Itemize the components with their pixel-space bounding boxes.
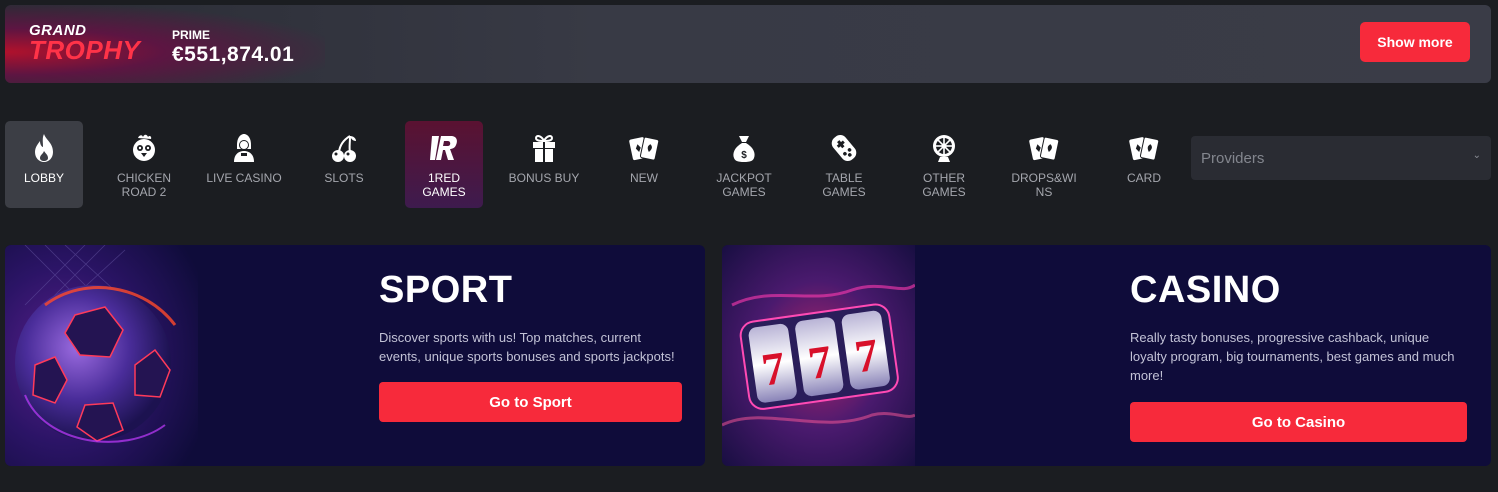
soccer-ball-image (5, 245, 198, 466)
cards-icon (605, 133, 683, 163)
jackpot-banner: GRAND TROPHY PRIME €551,874.01 Show more (5, 5, 1491, 83)
tab-table-games[interactable]: TABLE GAMES (805, 121, 883, 208)
go-to-casino-button[interactable]: Go to Casino (1130, 402, 1467, 442)
slot-777-image: 7 7 7 (722, 245, 915, 466)
grand-trophy-logo: GRAND TROPHY (29, 23, 140, 63)
chicken-icon (105, 133, 183, 163)
tab-label: OTHER GAMES (922, 171, 966, 199)
cards-icon (1105, 133, 1183, 163)
sport-description: Discover sports with us! Top matches, cu… (379, 330, 675, 364)
tab-label: SLOTS (324, 171, 364, 185)
go-to-sport-button[interactable]: Go to Sport (379, 382, 682, 422)
prime-jackpot: PRIME €551,874.01 (172, 28, 294, 67)
tab-label: BONUS BUY (508, 171, 580, 185)
tab-label: LIVE CASINO (206, 171, 282, 185)
1red-logo-icon (405, 133, 483, 163)
gamepad-icon (805, 133, 883, 163)
casino-title: CASINO (1130, 269, 1281, 311)
chevron-down-icon: ⌄ (1472, 150, 1481, 161)
tab-label: DROPS&WINS (1011, 171, 1077, 199)
tab-slots[interactable]: SLOTS (305, 121, 383, 208)
tab-label: JACKPOT GAMES (716, 171, 772, 199)
providers-placeholder: Providers (1201, 150, 1265, 167)
tab-label: CHICKEN ROAD 2 (116, 171, 171, 199)
tab-jackpot-games[interactable]: $ JACKPOT GAMES (705, 121, 783, 208)
tab-label: 1RED GAMES (422, 171, 466, 199)
tab-new[interactable]: NEW (605, 121, 683, 208)
tab-chicken-road-2[interactable]: CHICKEN ROAD 2 (105, 121, 183, 208)
flame-icon (5, 133, 83, 163)
cherries-icon (305, 133, 383, 163)
money-bag-icon: $ (705, 133, 783, 163)
gift-icon (505, 133, 583, 163)
prime-amount: €551,874.01 (172, 43, 295, 66)
tab-label: TABLE GAMES (822, 171, 866, 199)
tab-lobby[interactable]: LOBBY (5, 121, 83, 208)
tab-label: CARD (1126, 171, 1161, 185)
tab-live-casino[interactable]: LIVE CASINO (205, 121, 283, 208)
wheel-icon (905, 133, 983, 163)
show-more-button[interactable]: Show more (1360, 22, 1470, 62)
dealer-icon (205, 133, 283, 163)
cards-icon (1005, 133, 1083, 163)
tab-1red-games[interactable]: 1RED GAMES (405, 121, 483, 208)
sport-title: SPORT (379, 269, 513, 311)
sport-card: SPORT Discover sports with us! Top match… (5, 245, 705, 466)
tab-bonus-buy[interactable]: BONUS BUY (505, 121, 583, 208)
tab-label: LOBBY (23, 171, 65, 185)
svg-text:$: $ (741, 150, 747, 161)
tab-label: NEW (630, 171, 658, 185)
prime-label: PRIME (172, 28, 211, 42)
tab-card[interactable]: CARD (1105, 121, 1183, 208)
casino-description: Really tasty bonuses, progressive cashba… (1130, 330, 1455, 383)
logo-line2: TROPHY (29, 35, 141, 65)
tab-other-games[interactable]: OTHER GAMES (905, 121, 983, 208)
tab-drops-wins[interactable]: DROPS&WINS (1005, 121, 1083, 208)
providers-select[interactable]: Providers ⌄ (1191, 136, 1491, 180)
casino-card: 7 7 7 CASINO Really tasty bonuses, progr… (722, 245, 1491, 466)
